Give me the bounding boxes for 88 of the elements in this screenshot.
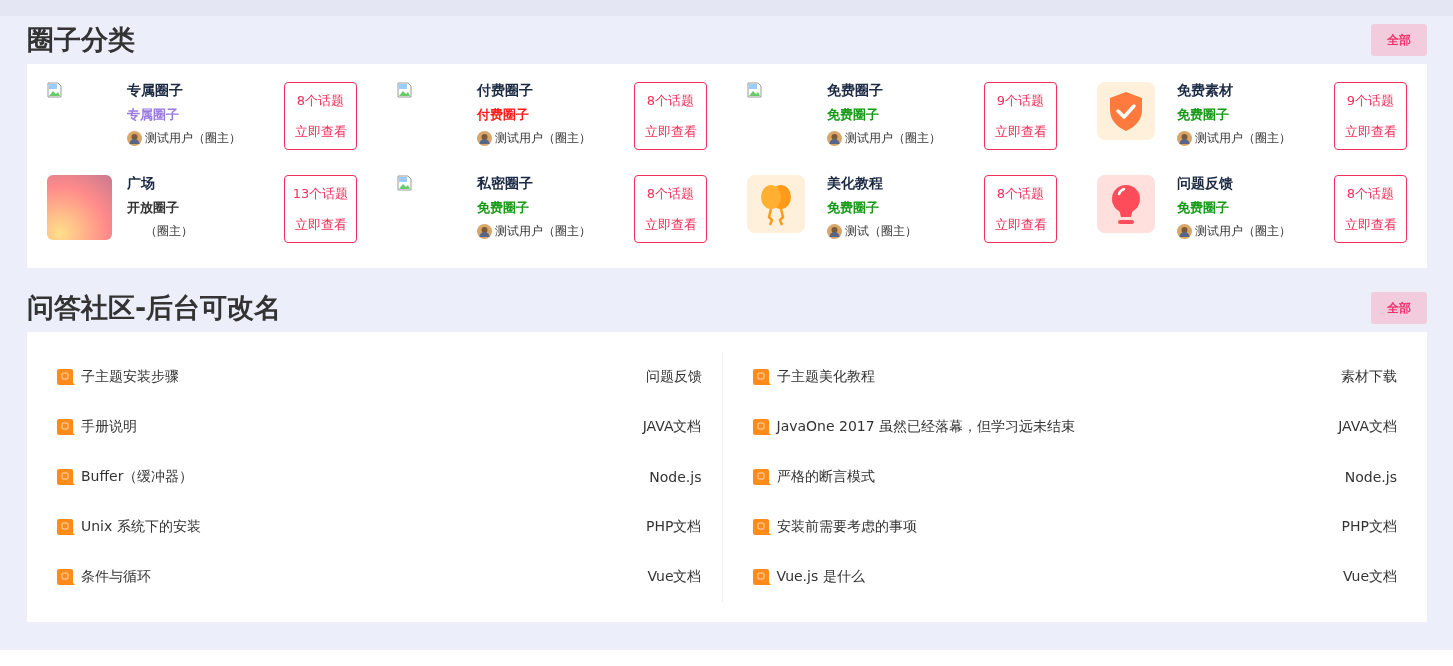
circle-name[interactable]: 付费圈子: [477, 82, 634, 100]
owner-name: 测试用户（圈主）: [845, 130, 941, 147]
circle-type: 免费圈子: [1177, 199, 1229, 217]
section-title: 圈子分类: [27, 23, 135, 57]
question-title[interactable]: Unix 系统下的安装: [81, 518, 641, 536]
question-title[interactable]: 手册说明: [81, 418, 637, 436]
question-icon: [57, 519, 75, 535]
question-title[interactable]: 条件与循环: [81, 568, 642, 586]
topic-count-button[interactable]: 9个话题 立即查看: [984, 82, 1057, 150]
view-link[interactable]: 立即查看: [994, 122, 1047, 141]
question-title[interactable]: Vue.js 是什么: [776, 568, 1337, 586]
view-link[interactable]: 立即查看: [294, 215, 347, 234]
circle-name[interactable]: 私密圈子: [477, 175, 634, 193]
topic-count: 9个话题: [1346, 91, 1395, 110]
topic-count: 8个话题: [996, 184, 1045, 203]
question-icon: [752, 419, 771, 435]
topic-count-button[interactable]: 8个话题 立即查看: [984, 175, 1057, 243]
shield-icon: [1097, 82, 1155, 140]
view-link[interactable]: 立即查看: [294, 122, 347, 141]
circle-type: 专属圈子: [127, 106, 179, 124]
question-title[interactable]: 安装前需要考虑的事项: [776, 518, 1336, 536]
circle-name[interactable]: 免费素材: [1177, 82, 1334, 100]
question-category[interactable]: PHP文档: [1341, 518, 1397, 536]
question-title[interactable]: 子主题美化教程: [776, 368, 1335, 386]
question-category[interactable]: 问题反馈: [645, 368, 702, 386]
broken-image-icon: [47, 82, 63, 98]
question-icon: [57, 469, 75, 485]
circle-type: 开放圈子: [127, 199, 179, 217]
owner-name: 测试用户（圈主）: [145, 130, 241, 147]
view-link[interactable]: 立即查看: [644, 122, 697, 141]
question-icon: [752, 369, 771, 385]
question-category[interactable]: Vue文档: [1342, 568, 1397, 586]
question-icon: [752, 519, 771, 535]
question-category[interactable]: JAVA文档: [642, 418, 702, 436]
question-category[interactable]: Node.js: [649, 469, 702, 485]
circle-name[interactable]: 问题反馈: [1177, 175, 1334, 193]
balloon-icon: [747, 175, 805, 233]
topic-count-button[interactable]: 8个话题 立即查看: [634, 175, 707, 243]
topic-count-button[interactable]: 13个话题 立即查看: [284, 175, 357, 243]
topic-count: 8个话题: [1346, 184, 1395, 203]
question-title[interactable]: JavaOne 2017 虽然已经落幕，但学习远未结束: [776, 418, 1333, 436]
question-icon: [752, 469, 771, 485]
owner-name: 测试用户（圈主）: [495, 130, 591, 147]
question-category[interactable]: 素材下载: [1341, 368, 1397, 386]
view-link[interactable]: 立即查看: [1344, 215, 1397, 234]
topic-count-button[interactable]: 8个话题 立即查看: [1334, 175, 1407, 243]
view-link[interactable]: 立即查看: [994, 215, 1047, 234]
topic-count: 8个话题: [296, 91, 345, 110]
topic-count-button[interactable]: 9个话题 立即查看: [1334, 82, 1407, 150]
circle-type: 免费圈子: [827, 199, 879, 217]
topic-count-button[interactable]: 8个话题 立即查看: [634, 82, 707, 150]
circle-type: 免费圈子: [477, 199, 529, 217]
question-icon: [57, 419, 75, 435]
question-title[interactable]: 严格的断言模式: [776, 468, 1339, 486]
owner-name: 测试用户（圈主）: [1195, 130, 1291, 147]
question-icon: [752, 569, 771, 585]
topic-count: 8个话题: [646, 184, 695, 203]
circle-name[interactable]: 广场: [127, 175, 284, 193]
question-category[interactable]: Vue文档: [647, 568, 702, 586]
question-category[interactable]: JAVA文档: [1338, 418, 1397, 436]
broken-image-icon: [397, 175, 413, 191]
circle-name[interactable]: 美化教程: [827, 175, 984, 193]
circle-name[interactable]: 免费圈子: [827, 82, 984, 100]
question-icon: [57, 369, 75, 385]
circle-type: 免费圈子: [1177, 106, 1229, 124]
question-title[interactable]: Buffer（缓冲器）: [81, 468, 644, 486]
broken-image-icon: [747, 82, 763, 98]
view-link[interactable]: 立即查看: [644, 215, 697, 234]
question-title[interactable]: 子主题安装步骤: [81, 368, 640, 386]
topic-count: 8个话题: [646, 91, 695, 110]
owner-name: （圈主）: [145, 223, 193, 240]
circle-type: 免费圈子: [827, 106, 879, 124]
view-link[interactable]: 立即查看: [1344, 122, 1397, 141]
question-icon: [57, 569, 75, 585]
circle-image: [47, 175, 112, 240]
topic-count: 9个话题: [996, 91, 1045, 110]
owner-name: 测试用户（圈主）: [1195, 223, 1291, 240]
question-category[interactable]: Node.js: [1344, 469, 1397, 485]
owner-name: 测试（圈主）: [845, 223, 917, 240]
question-category[interactable]: PHP文档: [646, 518, 702, 536]
circle-name[interactable]: 专属圈子: [127, 82, 284, 100]
circle-type: 付费圈子: [477, 106, 529, 124]
owner-name: 测试用户（圈主）: [495, 223, 591, 240]
light-bulb-icon: [1097, 175, 1155, 233]
section-title: 问答社区-后台可改名: [27, 291, 282, 325]
topic-count: 13个话题: [292, 184, 349, 203]
broken-image-icon: [397, 82, 413, 98]
topic-count-button[interactable]: 8个话题 立即查看: [284, 82, 357, 150]
